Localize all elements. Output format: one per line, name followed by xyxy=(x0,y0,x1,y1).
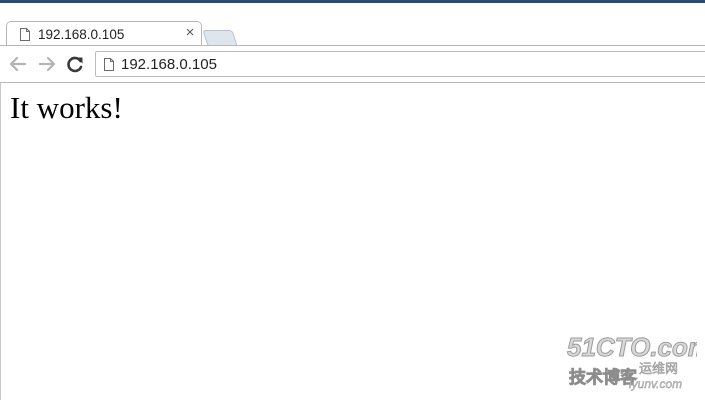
tab-title: 192.168.0.105 xyxy=(38,27,125,42)
address-bar-url[interactable]: 192.168.0.105 xyxy=(121,56,217,73)
reload-button[interactable] xyxy=(64,53,86,75)
new-tab-button[interactable] xyxy=(202,30,238,46)
browser-window: 192.168.0.105 × 192.168.0.105 It works! … xyxy=(0,0,705,400)
page-icon xyxy=(20,28,30,41)
address-bar[interactable]: 192.168.0.105 xyxy=(95,51,705,77)
watermark-logo: 51CTO.com 技术博客 运维网 iyunv.com xyxy=(567,332,698,392)
browser-toolbar: 192.168.0.105 xyxy=(0,45,705,83)
page-heading: It works! xyxy=(10,90,123,125)
svg-text:51CTO.com: 51CTO.com xyxy=(567,332,697,362)
svg-text:iyunv.com: iyunv.com xyxy=(629,377,682,391)
content-left-border xyxy=(0,83,1,400)
svg-text:技术博客: 技术博客 xyxy=(569,367,638,388)
svg-text:运维网: 运维网 xyxy=(639,362,678,377)
tab-strip: 192.168.0.105 × xyxy=(0,3,705,48)
page-icon xyxy=(104,58,114,71)
back-button[interactable] xyxy=(7,53,29,75)
forward-button[interactable] xyxy=(36,53,58,75)
tab-close-button[interactable]: × xyxy=(183,24,197,41)
active-tab[interactable]: 192.168.0.105 × xyxy=(6,21,202,48)
